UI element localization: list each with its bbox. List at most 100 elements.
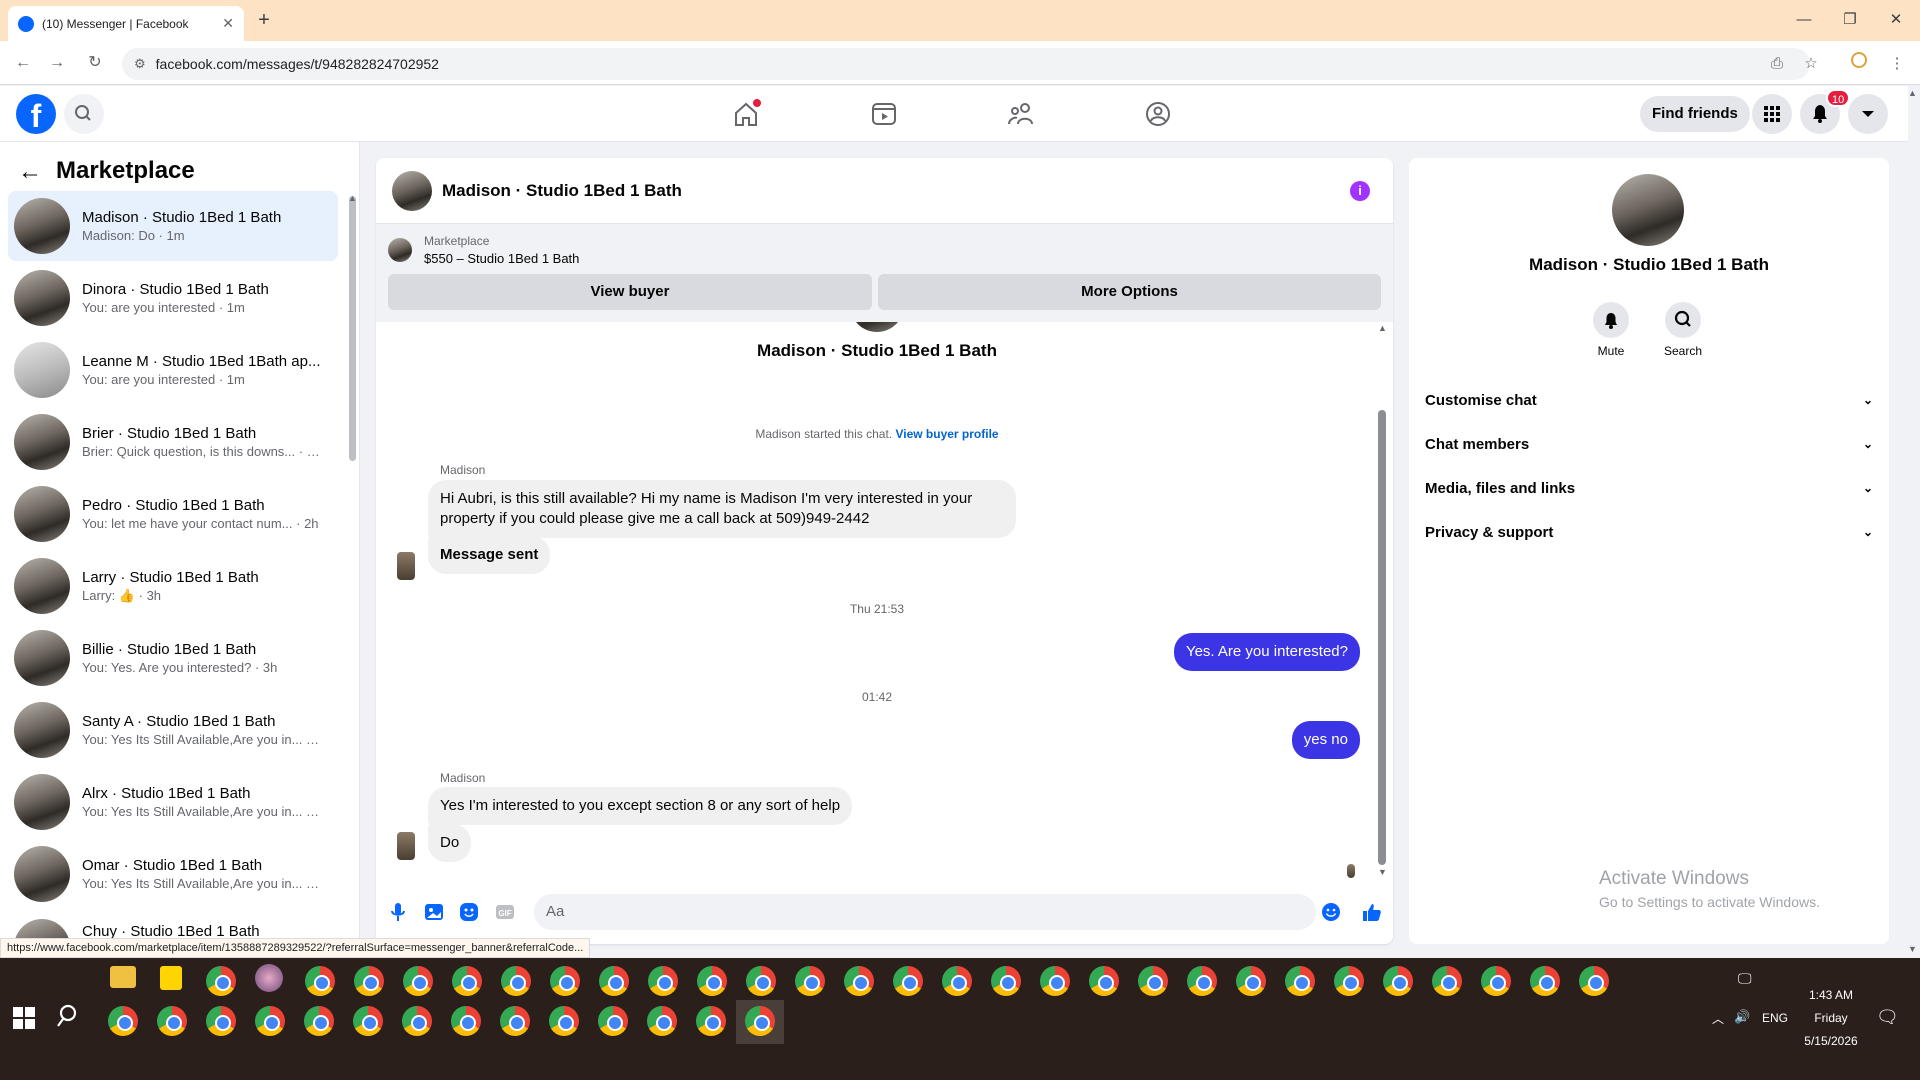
tray-overflow-icon[interactable]: ︿ [1712,1010,1724,1027]
incoming-message[interactable]: Yes I'm interested to you except section… [428,787,853,825]
new-tab-button[interactable]: + [252,9,276,33]
conversation-item[interactable]: Larry · Studio 1Bed 1 Bath Larry: 👍 · 3h [8,551,338,621]
site-info-icon[interactable]: ⚙ [134,56,146,72]
chrome-app-icon[interactable] [206,966,236,996]
chrome-profile-icon[interactable] [452,966,482,996]
facebook-search-button[interactable] [64,94,104,134]
conversation-item[interactable]: Santy A · Studio 1Bed 1 Bath You: Yes Its… [8,695,338,765]
restore-icon[interactable]: ❐ [1836,8,1864,32]
clock-time[interactable]: 1:43 AM [1800,988,1862,1002]
chrome-profile-icon[interactable] [1089,966,1119,996]
chrome-profile-icon[interactable] [745,1006,775,1036]
chrome-profile-icon[interactable] [697,966,727,996]
chrome-profile-icon[interactable] [647,1006,677,1036]
chrome-profile-icon[interactable] [795,966,825,996]
chrome-profile-icon[interactable] [157,1006,187,1036]
attach-media-button[interactable] [423,901,445,923]
emoji-button[interactable] [1320,901,1342,923]
chrome-profile-icon[interactable] [354,966,384,996]
conversation-item[interactable]: Dinora · Studio 1Bed 1 Bath You: are you … [8,263,338,333]
more-options-button[interactable]: More Options [878,274,1381,310]
conversation-item[interactable]: Billie · Studio 1Bed 1 Bath You: Yes. Are… [8,623,338,693]
paint-app-icon[interactable] [255,964,283,992]
chrome-profile-icon[interactable] [1334,966,1364,996]
conversation-item[interactable]: Alrx · Studio 1Bed 1 Bath You: Yes Its St… [8,767,338,837]
network-icon[interactable]: 🖵 [1738,970,1752,987]
incoming-message[interactable]: Do [428,824,472,862]
chrome-profile-icon[interactable] [1383,966,1413,996]
avatar[interactable] [392,170,432,211]
privacy-support-row[interactable]: Privacy & support ⌄ [1425,510,1873,554]
conversation-item[interactable]: Leanne M · Studio 1Bed 1Bath ap... You: a… [8,335,338,405]
view-buyer-button[interactable]: View buyer [388,274,872,310]
back-icon[interactable]: ← [12,52,34,74]
chat-title[interactable]: Madison · Studio 1Bed 1 Bath [442,181,682,201]
chrome-profile-icon[interactable] [1432,966,1462,996]
chat-scrollbar[interactable] [1378,410,1386,865]
listing-thumbnail[interactable] [388,238,412,262]
chat-members-row[interactable]: Chat members ⌄ [1425,422,1873,466]
chrome-profile-icon[interactable] [403,966,433,996]
sticky-notes-icon[interactable] [160,966,182,990]
chrome-profile-icon[interactable] [1579,966,1609,996]
close-window-icon[interactable]: ✕ [1882,8,1910,32]
address-bar[interactable]: ⚙ facebook.com/messages/t/94828282470295… [122,48,1810,80]
contact-avatar[interactable] [1612,174,1684,246]
info-icon[interactable]: i [1350,181,1370,201]
page-scroll-up-icon[interactable]: ▲ [1908,88,1917,98]
close-tab-icon[interactable]: ✕ [222,15,234,32]
chrome-profile-icon[interactable] [648,966,678,996]
conversation-item[interactable]: Brier · Studio 1Bed 1 Bath Brier: Quick q… [8,407,338,477]
chrome-profile-icon[interactable] [844,966,874,996]
outgoing-message[interactable]: Yes. Are you interested? [1173,633,1360,671]
facebook-logo[interactable]: f [16,94,56,134]
browser-menu-icon[interactable]: ⋮ [1885,52,1909,76]
chrome-profile-icon[interactable] [549,1006,579,1036]
chrome-profile-icon[interactable] [353,1006,383,1036]
conversation-item[interactable]: Pedro · Studio 1Bed 1 Bath You: let me ha… [8,479,338,549]
chrome-profile-icon[interactable] [1138,966,1168,996]
incoming-message[interactable]: Message sent [428,536,551,574]
taskbar-search-button[interactable] [56,1002,84,1030]
chrome-profile-icon[interactable] [255,1006,285,1036]
minimize-icon[interactable]: — [1790,8,1818,32]
notification-center-icon[interactable]: 🗨 [1876,1007,1899,1028]
browser-tab[interactable]: (10) Messenger | Facebook ✕ [8,6,244,41]
page-scroll-down-icon[interactable]: ▼ [1908,944,1917,954]
watch-nav-button[interactable] [868,98,900,130]
incoming-message[interactable]: Hi Aubri, is this still available? Hi my… [428,480,1016,538]
chrome-profile-icon[interactable] [893,966,923,996]
chrome-profile-icon[interactable] [402,1006,432,1036]
chrome-profile-icon[interactable] [304,1006,334,1036]
scroll-up-arrow-icon[interactable]: ▲ [1378,323,1387,333]
gif-button[interactable]: GIF [494,901,516,923]
chrome-profile-icon[interactable] [1236,966,1266,996]
customise-chat-row[interactable]: Customise chat ⌄ [1425,378,1873,422]
voice-clip-button[interactable] [387,901,409,923]
find-friends-button[interactable]: Find friends [1640,96,1750,132]
install-app-icon[interactable]: ⎙ [1765,52,1789,76]
chrome-profile-icon[interactable] [1285,966,1315,996]
menu-grid-button[interactable] [1752,94,1792,134]
chrome-profile-icon[interactable] [550,966,580,996]
home-nav-button[interactable] [730,98,762,130]
friends-nav-button[interactable] [1005,98,1037,130]
chrome-profile-icon[interactable] [206,1006,236,1036]
chrome-profile-icon[interactable] [991,966,1021,996]
search-in-chat-button[interactable] [1665,302,1701,338]
conversation-item[interactable]: Madison · Studio 1Bed 1 Bath Madison: Do … [8,191,338,261]
chrome-profile-icon[interactable] [305,966,335,996]
reload-icon[interactable]: ↻ [84,52,106,74]
profile-icon[interactable] [1847,52,1871,76]
scroll-up-arrow-icon[interactable]: ▲ [348,193,357,203]
chrome-profile-icon[interactable] [1481,966,1511,996]
chrome-profile-icon[interactable] [501,966,531,996]
clock-day[interactable]: Friday [1800,1011,1862,1025]
back-arrow-icon[interactable]: ← [18,158,42,186]
bookmark-star-icon[interactable]: ☆ [1799,52,1823,76]
file-explorer-icon[interactable] [110,966,136,988]
chrome-profile-icon[interactable] [942,966,972,996]
chrome-profile-icon[interactable] [1040,966,1070,996]
language-indicator[interactable]: ENG [1762,1011,1788,1025]
message-input[interactable]: Aa [534,894,1316,930]
